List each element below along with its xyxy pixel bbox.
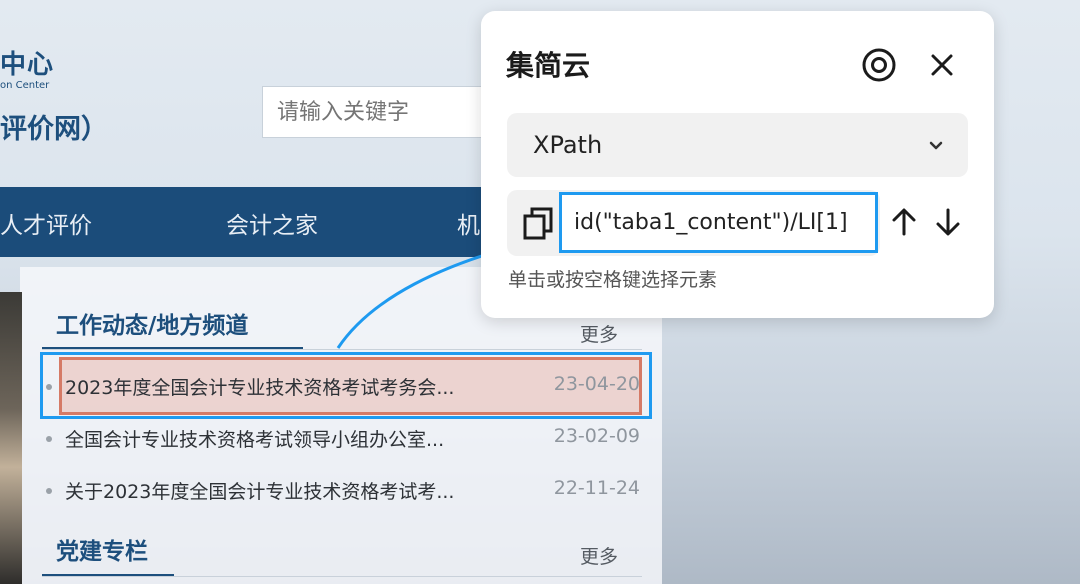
bullet-icon (46, 488, 52, 494)
close-icon[interactable] (922, 45, 962, 85)
section-more-link[interactable]: 更多 (580, 320, 618, 347)
news-list-item[interactable]: 全国会计专业技术资格考试领导小组办公室... 23-02-09 (46, 422, 642, 456)
news-date: 23-02-09 (553, 425, 640, 447)
site-search-input[interactable] (262, 86, 502, 138)
section-title-party-column[interactable]: 党建专栏 (56, 532, 148, 566)
chevron-down-icon (929, 141, 943, 150)
section-more-link[interactable]: 更多 (580, 542, 618, 569)
arrow-down-icon[interactable] (930, 204, 966, 240)
news-list-item[interactable]: 关于2023年度全国会计专业技术资格考试考... 22-11-24 (46, 474, 642, 508)
section-divider (42, 349, 642, 350)
bullet-icon (46, 436, 52, 442)
site-logo-subtitle: on Center (0, 80, 50, 91)
side-photo (0, 292, 22, 584)
site-logo-title: 中心 (0, 50, 55, 80)
nav-item-partial[interactable]: 机 (457, 206, 480, 240)
eye-icon[interactable] (859, 45, 899, 85)
news-date: 22-11-24 (553, 477, 640, 499)
copy-icon[interactable] (521, 206, 555, 240)
section-divider (42, 576, 642, 577)
selector-type-dropdown[interactable]: XPath (507, 113, 968, 177)
news-title[interactable]: 关于2023年度全国会计专业技术资格考试考... (65, 477, 454, 504)
selection-hint: 单击或按空格键选择元素 (508, 269, 718, 291)
xpath-input[interactable] (559, 192, 878, 253)
site-logo-network-name: 评价网） (0, 114, 108, 145)
arrow-up-icon[interactable] (886, 204, 922, 240)
selector-type-value: XPath (533, 131, 603, 159)
nav-item-accountant-home[interactable]: 会计之家 (226, 206, 318, 240)
section-title-work-news[interactable]: 工作动态/地方频道 (56, 306, 248, 340)
element-selection-frame (40, 352, 652, 419)
element-picker-popup: 集简云 XPath 单击或按空格键选择元素 (481, 11, 994, 318)
popup-title: 集简云 (506, 49, 591, 82)
news-title[interactable]: 全国会计专业技术资格考试领导小组办公室... (65, 425, 444, 452)
nav-item-talent-evaluation[interactable]: 人才评价 (0, 206, 92, 240)
